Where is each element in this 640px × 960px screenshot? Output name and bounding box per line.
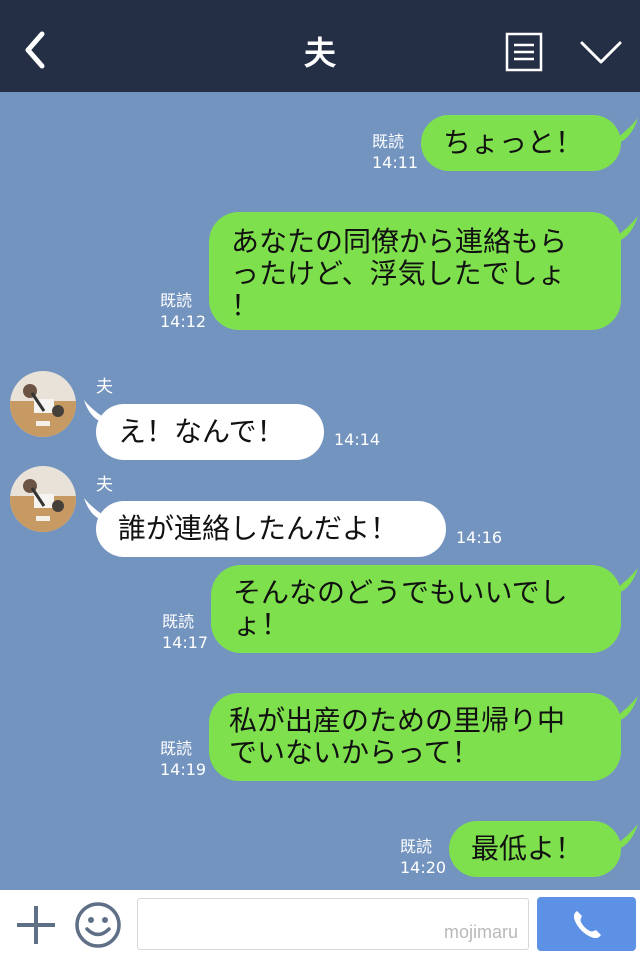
sender-name: 夫 xyxy=(96,475,113,495)
avatar[interactable] xyxy=(10,466,76,532)
message-bubble-incoming[interactable]: え！なんで！ xyxy=(96,404,324,460)
message-meta: 既読 14:17 xyxy=(162,611,208,653)
plus-icon xyxy=(17,906,55,944)
message-text-line: 私が出産のための里帰り中 xyxy=(229,704,566,737)
message-text-line: ょ！ xyxy=(233,608,290,641)
message-time: 14:16 xyxy=(456,528,503,547)
call-button[interactable] xyxy=(537,897,636,951)
menu-lines-icon xyxy=(505,32,543,72)
message-time: 14:12 xyxy=(160,312,207,331)
message-composer: mojimaru xyxy=(0,890,640,960)
message-text-line: あなたの同僚から連絡もら xyxy=(231,225,568,258)
message-bubble-outgoing[interactable]: ちょっと！ xyxy=(421,115,621,171)
message-meta: 既読 14:12 xyxy=(160,290,206,332)
message-text-line: そんなのどうでもいいでし xyxy=(233,576,568,609)
message-bubble-incoming[interactable]: 誰が連絡したんだよ！ xyxy=(96,501,446,557)
add-button[interactable] xyxy=(14,903,58,947)
collapse-button[interactable] xyxy=(579,36,623,68)
message-time: 14:11 xyxy=(372,153,419,172)
message-text: え！なんで！ xyxy=(118,415,285,448)
chevron-down-icon xyxy=(580,41,622,64)
message-meta: 既読 14:11 xyxy=(372,131,418,173)
message-text: 誰が連絡したんだよ！ xyxy=(118,512,399,545)
message-bubble-outgoing[interactable]: そんなのどうでもいいでし ょ！ xyxy=(211,565,621,653)
message-text: 最低よ！ xyxy=(471,832,584,865)
message-text-line: ったけど、浮気したでしょ xyxy=(231,257,566,290)
message-meta: 既読 14:20 xyxy=(400,836,446,878)
phone-icon xyxy=(573,911,601,939)
bubble-tail xyxy=(608,216,638,242)
message-bubble-outgoing[interactable]: 最低よ！ xyxy=(449,821,621,877)
message-time: 14:19 xyxy=(160,760,207,779)
chat-area[interactable]: 既読 14:11 ちょっと！ 既読 14:12 あなたの同僚から連絡もら ったけ… xyxy=(0,92,640,890)
watermark-text: mojimaru xyxy=(443,922,518,942)
bubble-tail xyxy=(608,696,638,722)
read-receipt: 既読 xyxy=(162,612,195,631)
sender-name: 夫 xyxy=(96,377,113,397)
bubble-tail xyxy=(608,824,638,850)
message-time: 14:20 xyxy=(400,858,447,877)
message-input[interactable]: mojimaru xyxy=(137,898,529,950)
avatar-image xyxy=(10,466,76,532)
avatar[interactable] xyxy=(10,371,76,437)
read-receipt: 既読 xyxy=(400,837,433,856)
read-receipt: 既読 xyxy=(372,132,405,151)
read-receipt: 既読 xyxy=(160,739,193,758)
emoji-button[interactable] xyxy=(74,901,122,949)
read-receipt: 既読 xyxy=(160,291,193,310)
bubble-tail xyxy=(608,568,638,594)
chat-title: 夫 xyxy=(303,34,336,72)
message-time: 14:17 xyxy=(162,633,209,652)
message-text-line: でいないからって！ xyxy=(229,736,480,769)
bubble-tail xyxy=(608,118,638,144)
message-meta: 既読 14:19 xyxy=(160,738,206,780)
message-bubble-outgoing[interactable]: あなたの同僚から連絡もら ったけど、浮気したでしょ ！ xyxy=(209,212,621,330)
message-bubble-outgoing[interactable]: 私が出産のための里帰り中 でいないからって！ xyxy=(209,693,621,781)
message-time: 14:14 xyxy=(334,430,381,449)
message-text: ちょっと！ xyxy=(443,126,584,159)
chat-header: 夫 xyxy=(0,0,640,92)
menu-button[interactable] xyxy=(505,32,543,72)
avatar-image xyxy=(10,371,76,437)
message-text-line: ！ xyxy=(231,289,260,322)
smile-icon xyxy=(75,902,121,948)
